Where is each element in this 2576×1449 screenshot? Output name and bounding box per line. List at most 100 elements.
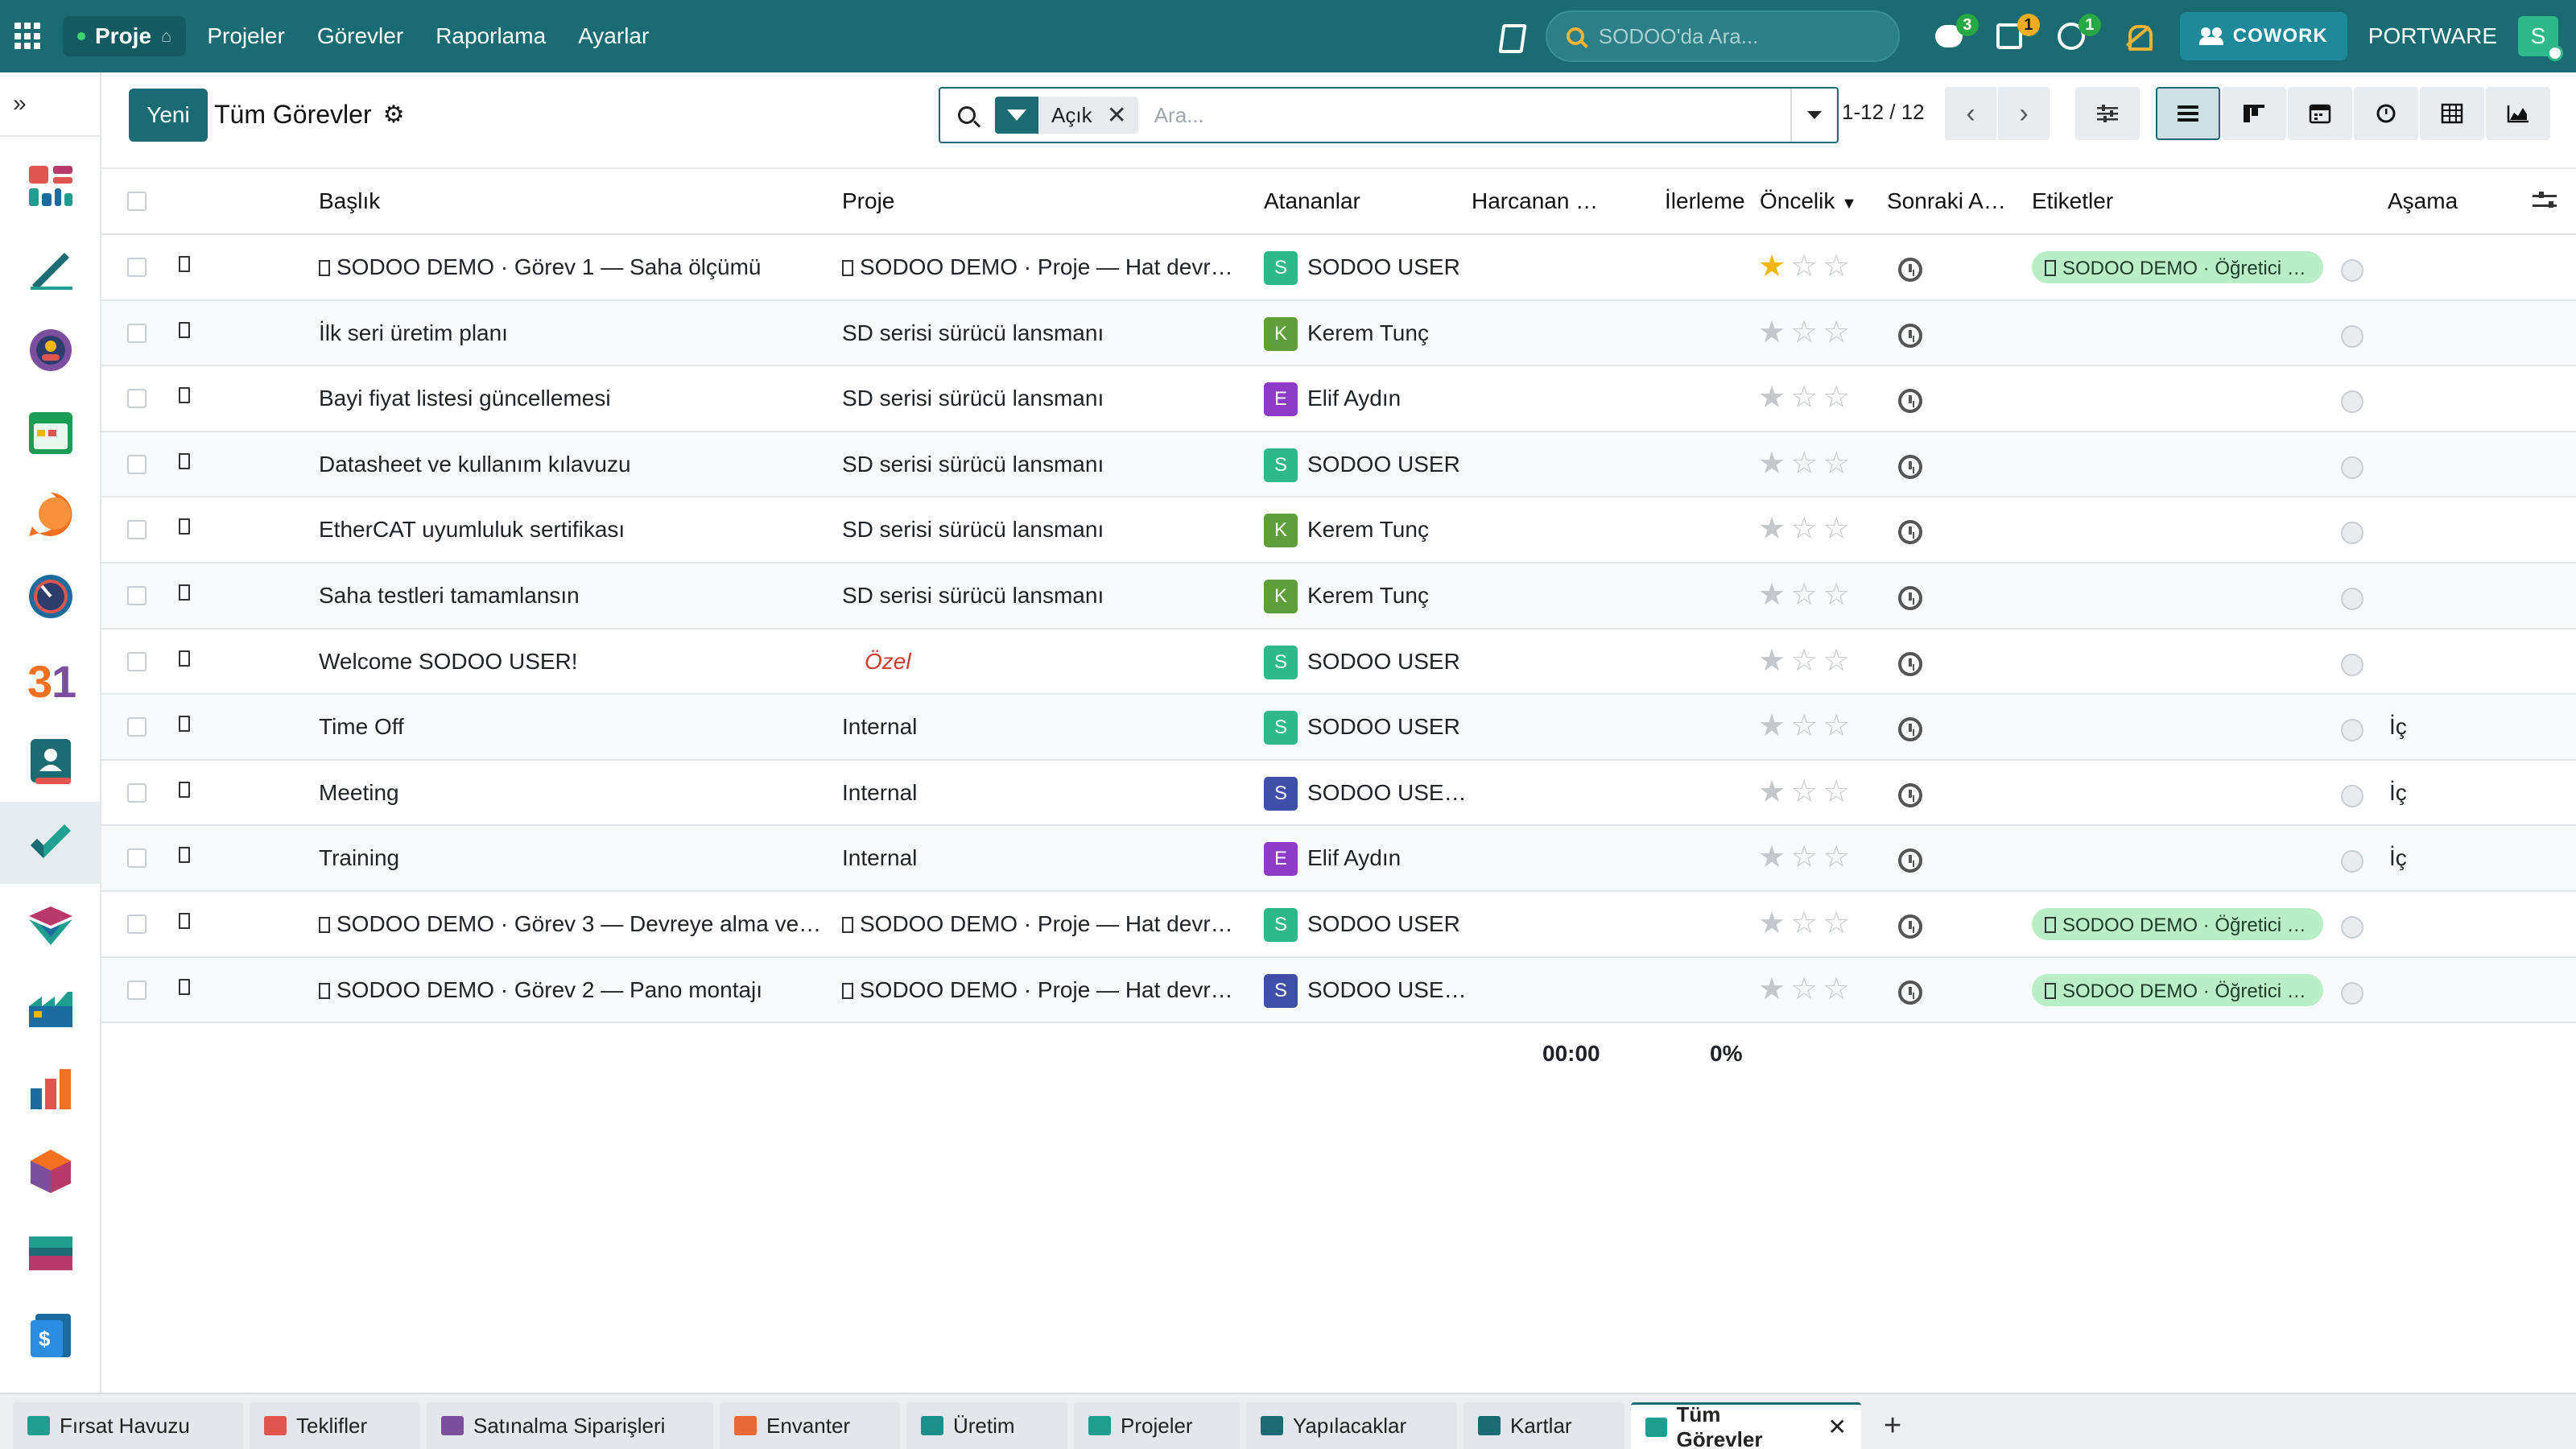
priority-star-icon[interactable]: ☆ [1823,317,1850,348]
priority-star-icon[interactable]: ☆ [1790,448,1818,479]
column-title[interactable]: Başlık [319,188,380,214]
subtask-icon[interactable] [179,452,190,469]
column-progress[interactable]: İlerleme [1665,188,1745,214]
bottom-tab[interactable]: Projeler [1074,1402,1240,1449]
table-row[interactable]: İlk seri üretim planı SD serisi sürücü la… [101,300,2576,367]
subtask-icon[interactable] [179,321,190,338]
task-project[interactable]: SD serisi sürücü lansmanı [842,386,1245,411]
menu-settings[interactable]: Ayarlar [578,23,649,49]
priority-star-icon[interactable]: ☆ [1823,711,1850,741]
priority-star-icon[interactable]: ☆ [1790,777,1818,807]
priority-star-icon[interactable]: ☆ [1823,974,1850,1005]
priority-star-icon[interactable]: ☆ [1823,251,1850,282]
task-project[interactable]: Özel [865,649,1267,675]
sidebar-app-manufacturing[interactable] [0,966,101,1048]
task-project[interactable]: SODOO DEMO · Proje — Hat devreye alma [842,254,1245,280]
sidebar-app-calendar[interactable]: 31 [0,638,101,720]
kanban-state-icon[interactable] [2341,653,2363,676]
messages-button[interactable]: 3 [1934,14,1979,52]
calendar-view-button[interactable] [2288,87,2352,140]
task-project[interactable]: Internal [842,714,1245,740]
notifications-muted-icon[interactable] [2122,20,2154,52]
sidebar-app-planning[interactable] [0,391,101,473]
priority-star-icon[interactable]: ☆ [1790,842,1818,873]
activity-clock-icon[interactable] [1898,651,1922,676]
priority-star-icon[interactable]: ☆ [1790,317,1818,348]
column-assignees[interactable]: Atananlar [1264,188,1360,214]
column-priority[interactable]: Öncelik ▼ [1760,188,1857,214]
activity-clock-icon[interactable] [1898,848,1922,873]
kanban-state-icon[interactable] [2341,850,2363,873]
assignee-avatar[interactable]: S [1264,251,1298,285]
priority-star-icon[interactable]: ☆ [1823,514,1850,544]
kanban-view-button[interactable] [2222,87,2286,140]
column-stage[interactable]: Aşama [2388,188,2458,214]
kanban-state-icon[interactable] [2341,456,2363,479]
kanban-state-icon[interactable] [2341,522,2363,545]
sidebar-app-contacts[interactable] [0,720,101,802]
global-search-input[interactable]: SODOO'da Ara... [1545,10,1900,62]
activity-clock-icon[interactable] [1898,258,1922,282]
row-checkbox[interactable] [127,717,147,737]
bottom-tab[interactable]: Tüm Görevler ✕ [1631,1402,1861,1449]
menu-reporting[interactable]: Raporlama [436,23,546,49]
priority-star-icon[interactable]: ☆ [1823,646,1850,676]
kanban-state-icon[interactable] [2341,784,2363,807]
priority-star-icon[interactable]: ★ [1758,514,1785,544]
row-checkbox[interactable] [127,914,147,934]
row-checkbox[interactable] [127,389,147,409]
app-brand[interactable]: Proje ⌂ [63,16,187,56]
activity-clock-icon[interactable] [1898,717,1922,742]
priority-star-icon[interactable]: ★ [1758,646,1785,676]
subtask-icon[interactable] [179,847,190,864]
row-checkbox[interactable] [127,258,147,277]
sidebar-app-project[interactable] [0,802,101,884]
subtask-icon[interactable] [179,978,190,995]
bottom-tab[interactable]: Envanter [720,1402,900,1449]
assignee-avatar[interactable]: K [1264,514,1298,548]
subtask-icon[interactable] [179,912,190,929]
company-switcher[interactable]: PORTWARE [2368,23,2497,49]
subtask-icon[interactable] [179,716,190,733]
table-row[interactable]: SODOO DEMO · Görev 2 — Pano montajı SODOO… [101,957,2576,1024]
subtask-icon[interactable] [179,584,190,601]
priority-star-icon[interactable]: ☆ [1823,908,1850,939]
task-project[interactable]: SD serisi sürücü lansmanı [842,517,1245,543]
subtask-icon[interactable] [179,781,190,798]
activity-clock-icon[interactable] [1898,454,1922,479]
activities-button[interactable]: 1 [1996,14,2040,52]
subtask-icon[interactable] [179,256,190,272]
bottom-tab[interactable]: Satınalma Siparişleri [427,1402,713,1449]
assignee-avatar[interactable]: E [1264,842,1298,877]
table-row[interactable]: SODOO DEMO · Görev 1 — Saha ölçümü SODOO … [101,235,2576,301]
kanban-state-icon[interactable] [2341,587,2363,610]
sidebar-toggle[interactable]: » [0,72,100,137]
pager-value[interactable]: 1-12 / 12 [1842,100,1925,125]
sidebar-app-reporting[interactable] [0,1048,101,1130]
task-project[interactable]: SD serisi sürücü lansmanı [842,583,1245,609]
user-avatar[interactable]: S [2518,16,2563,61]
bottom-tab[interactable]: Kartlar [1463,1402,1624,1449]
row-checkbox[interactable] [127,848,147,869]
documentation-icon[interactable] [1497,23,1521,50]
sidebar-app-crm[interactable] [0,145,101,227]
assignee-avatar[interactable]: K [1264,316,1298,351]
priority-star-icon[interactable]: ★ [1758,842,1785,873]
assignee-avatar[interactable]: E [1264,382,1298,417]
priority-star-icon[interactable]: ★ [1758,448,1785,479]
row-checkbox[interactable] [127,454,147,474]
subtask-icon[interactable] [179,518,190,535]
kanban-state-icon[interactable] [2341,259,2363,282]
table-row[interactable]: Saha testleri tamamlansın SD serisi sürüc… [101,563,2576,630]
table-row[interactable]: SODOO DEMO · Görev 3 — Devreye alma ve t… [101,892,2576,958]
pivot-view-button[interactable] [2420,87,2484,140]
column-tags[interactable]: Etiketler [2032,188,2113,214]
assignee-avatar[interactable]: K [1264,579,1298,613]
gear-icon[interactable]: ⚙ [383,101,405,129]
activity-clock-icon[interactable] [1898,323,1922,348]
subtask-icon[interactable] [179,387,190,404]
priority-star-icon[interactable]: ★ [1758,777,1785,807]
kanban-state-icon[interactable] [2341,981,2363,1005]
kanban-state-icon[interactable] [2341,915,2363,939]
kanban-state-icon[interactable] [2341,324,2363,348]
